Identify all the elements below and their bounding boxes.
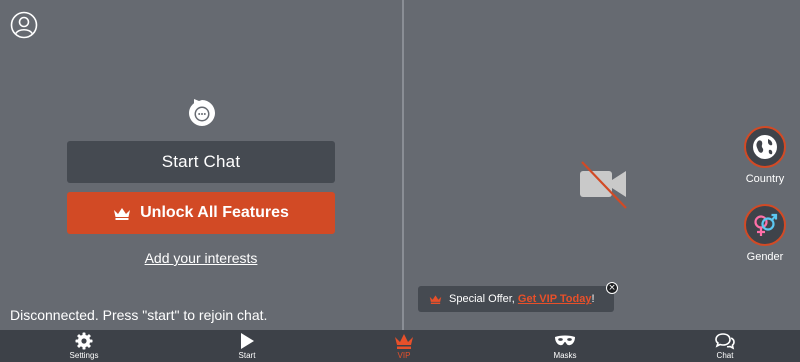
app-logo <box>185 96 219 130</box>
unlock-features-button[interactable]: Unlock All Features <box>67 192 335 234</box>
gender-filter-button[interactable]: Gender <box>742 204 788 263</box>
video-camera-off-icon <box>580 161 627 209</box>
user-circle-icon <box>10 11 38 39</box>
offer-close-button[interactable]: × <box>606 282 618 294</box>
nav-start[interactable]: Start <box>217 332 277 360</box>
nav-vip[interactable]: VIP <box>374 332 434 360</box>
offer-suffix: ! <box>591 293 595 305</box>
country-filter-button[interactable]: Country <box>742 126 788 185</box>
chat-bubble-logo-icon <box>189 99 215 126</box>
start-chat-button[interactable]: Start Chat <box>67 141 335 183</box>
special-offer-banner[interactable]: Special Offer, Get VIP Today! <box>418 286 614 312</box>
offer-prefix: Special Offer, <box>449 293 515 305</box>
globe-icon <box>753 135 777 159</box>
crown-icon <box>429 295 442 304</box>
left-pane: Start Chat Unlock All Features Add your … <box>0 0 402 330</box>
gender-label: Gender <box>746 251 784 263</box>
profile-button[interactable] <box>10 11 38 39</box>
get-vip-link[interactable]: Get VIP Today <box>518 293 592 305</box>
nav-chat[interactable]: Chat <box>695 332 755 360</box>
nav-vip-label: VIP <box>397 351 411 360</box>
mask-icon <box>555 335 575 346</box>
gear-icon <box>75 332 93 350</box>
bottom-nav: Settings Start VIP Masks Chat <box>0 330 800 362</box>
chat-bubbles-icon <box>715 333 735 350</box>
country-label: Country <box>745 173 785 185</box>
start-chat-label: Start Chat <box>161 152 241 171</box>
unlock-features-label: Unlock All Features <box>140 204 289 221</box>
nav-settings-label: Settings <box>69 351 99 360</box>
nav-start-label: Start <box>238 351 256 360</box>
add-interests-link[interactable]: Add your interests <box>0 250 402 266</box>
crown-icon <box>114 208 131 220</box>
nav-masks[interactable]: Masks <box>535 332 595 360</box>
nav-chat-label: Chat <box>716 351 734 360</box>
crown-icon <box>395 334 413 349</box>
play-icon <box>241 333 254 349</box>
camera-off-indicator <box>578 158 630 210</box>
nav-masks-label: Masks <box>553 351 577 360</box>
nav-settings[interactable]: Settings <box>54 332 114 360</box>
gender-symbol-icon <box>754 213 778 236</box>
connection-status: Disconnected. Press "start" to rejoin ch… <box>10 307 268 323</box>
